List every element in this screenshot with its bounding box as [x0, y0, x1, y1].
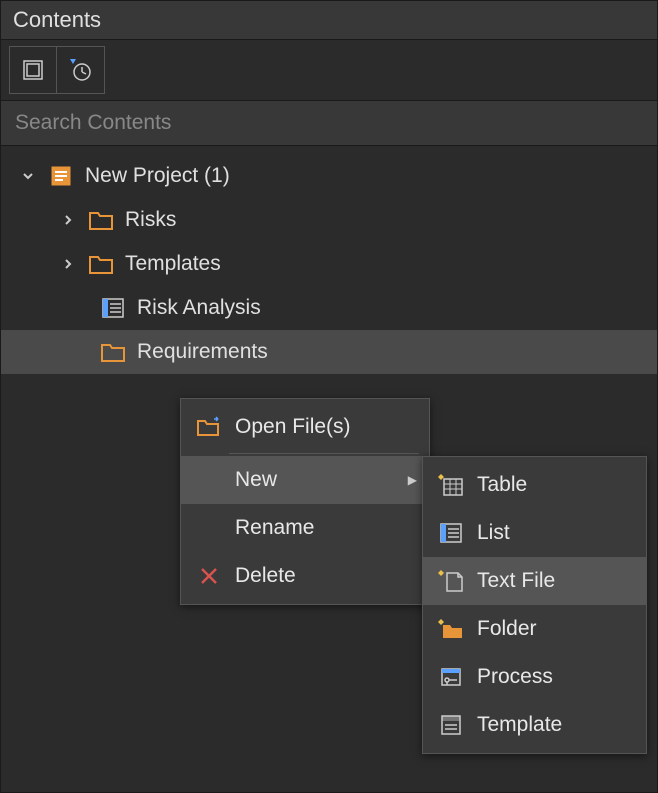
tree-label: Risk Analysis [137, 296, 261, 320]
new-text-file-icon [437, 567, 465, 595]
menu-delete[interactable]: Delete [181, 552, 429, 600]
layout-icon [19, 56, 47, 84]
new-folder-icon [437, 615, 465, 643]
menu-label: New [235, 468, 277, 492]
menu-label: Delete [235, 564, 296, 588]
tree-item-risk-analysis[interactable]: Risk Analysis [1, 286, 657, 330]
tree-item-risks[interactable]: Risks [1, 198, 657, 242]
contents-tree: New Project (1) Risks Templates [1, 146, 657, 382]
blank-icon [195, 466, 223, 494]
folder-icon [87, 208, 115, 232]
new-table-icon [437, 471, 465, 499]
history-button[interactable] [57, 46, 105, 94]
menu-label: List [477, 521, 510, 545]
menu-rename[interactable]: Rename [181, 504, 429, 552]
submenu-template[interactable]: Template [423, 701, 646, 749]
new-submenu: Table List Text File [422, 456, 647, 754]
tree-label: New Project (1) [85, 164, 230, 188]
folder-icon [87, 252, 115, 276]
folder-icon [99, 340, 127, 364]
menu-label: Template [477, 713, 562, 737]
tree-label: Risks [125, 208, 176, 232]
view-mode-button[interactable] [9, 46, 57, 94]
template-icon [437, 711, 465, 739]
menu-new[interactable]: New ▶ [181, 456, 429, 504]
menu-label: Rename [235, 516, 314, 540]
tree-item-templates[interactable]: Templates [1, 242, 657, 286]
context-menu: Open File(s) New ▶ Rename Delete [180, 398, 430, 605]
search-input[interactable] [1, 100, 657, 146]
menu-label: Process [477, 665, 553, 689]
list-icon [99, 296, 127, 320]
chevron-right-icon [59, 213, 77, 227]
chevron-right-icon: ▶ [408, 473, 417, 487]
submenu-process[interactable]: Process [423, 653, 646, 701]
menu-label: Open File(s) [235, 415, 351, 439]
open-folder-icon [195, 413, 223, 441]
panel-title: Contents [1, 1, 657, 40]
chevron-right-icon [59, 257, 77, 271]
submenu-folder[interactable]: Folder [423, 605, 646, 653]
delete-icon [195, 562, 223, 590]
menu-open-files[interactable]: Open File(s) [181, 403, 429, 451]
menu-label: Folder [477, 617, 537, 641]
tree-label: Requirements [137, 340, 268, 364]
tree-root[interactable]: New Project (1) [1, 154, 657, 198]
clock-filter-icon [67, 56, 95, 84]
tree-label: Templates [125, 252, 221, 276]
blank-icon [195, 514, 223, 542]
list-icon [437, 519, 465, 547]
chevron-down-icon [19, 169, 37, 183]
submenu-text-file[interactable]: Text File [423, 557, 646, 605]
process-icon [437, 663, 465, 691]
toolbar [1, 40, 657, 100]
menu-separator [229, 453, 419, 454]
menu-label: Table [477, 473, 527, 497]
tree-item-requirements[interactable]: Requirements [1, 330, 657, 374]
submenu-table[interactable]: Table [423, 461, 646, 509]
menu-label: Text File [477, 569, 555, 593]
project-icon [47, 164, 75, 188]
submenu-list[interactable]: List [423, 509, 646, 557]
